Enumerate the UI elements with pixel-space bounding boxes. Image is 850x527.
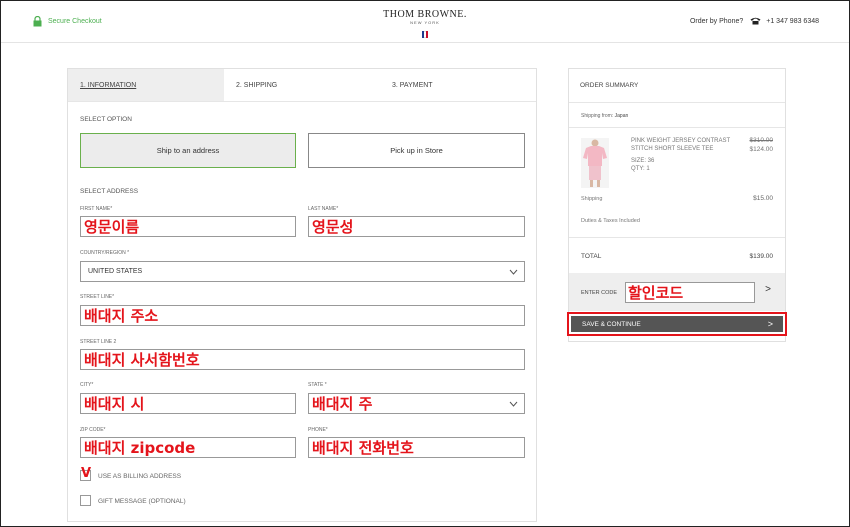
product-name[interactable]: PINK WEIGHT JERSEY CONTRAST STITCH SHORT… xyxy=(631,137,741,153)
country-select[interactable]: UNITED STATES xyxy=(80,261,525,282)
product-sale-price: $124.00 xyxy=(749,146,774,153)
chevron-right-icon: > xyxy=(767,319,773,329)
order-by-phone: Order by Phone? +1 347 983 6348 xyxy=(690,17,819,25)
save-continue-button[interactable]: SAVE & CONTINUE > xyxy=(571,316,783,332)
state-label: STATE * xyxy=(308,382,327,388)
ship-to-address-button[interactable]: Ship to an address xyxy=(80,133,296,168)
city-value: 배대지 시 xyxy=(84,395,145,413)
street-line2-label: STREET LINE 2 xyxy=(80,339,117,345)
promo-code-value: 할인코드 xyxy=(628,284,684,302)
shipping-value: $15.00 xyxy=(753,195,773,202)
product-size: SIZE: 36 xyxy=(631,158,655,164)
phone-number[interactable]: +1 347 983 6348 xyxy=(766,18,819,25)
country-label: COUNTRY/REGION * xyxy=(80,250,130,256)
order-summary-panel: ORDER SUMMARY Shipping from: Japan PINK … xyxy=(568,68,786,342)
order-by-phone-label: Order by Phone? xyxy=(689,17,744,25)
pick-up-in-store-button[interactable]: Pick up in Store xyxy=(308,133,525,168)
phone-label: PHONE* xyxy=(308,427,328,433)
phone-field[interactable]: 배대지 전화번호 xyxy=(308,437,525,458)
step-payment[interactable]: 3. PAYMENT xyxy=(380,69,536,101)
billing-check-mark: V xyxy=(81,466,92,481)
promo-code-area: ENTER CODE 할인코드 > xyxy=(569,273,785,311)
first-name-label: FIRST NAME* xyxy=(80,206,113,212)
state-select[interactable]: 배대지 주 xyxy=(308,393,525,414)
street-line2-field[interactable]: 배대지 사서함번호 xyxy=(80,349,525,370)
shipping-from: Shipping from: Japan xyxy=(581,113,628,119)
checkout-steps: 1. INFORMATION 2. SHIPPING 3. PAYMENT xyxy=(68,69,536,102)
checkout-form-panel: 1. INFORMATION 2. SHIPPING 3. PAYMENT SE… xyxy=(67,68,537,522)
product-qty: QTY: 1 xyxy=(631,166,650,172)
last-name-label: LAST NAME* xyxy=(308,206,339,212)
first-name-value: 영문이름 xyxy=(84,218,140,236)
street-line-label: STREET LINE* xyxy=(80,294,115,300)
gift-message-label: GIFT MESSAGE (OPTIONAL) xyxy=(98,498,186,505)
select-address-label: SELECT ADDRESS xyxy=(80,188,139,195)
state-value: 배대지 주 xyxy=(312,395,373,413)
divider xyxy=(569,127,785,128)
order-summary-title: ORDER SUMMARY xyxy=(580,82,639,89)
select-option-label: SELECT OPTION xyxy=(80,116,132,123)
chevron-down-icon xyxy=(509,269,518,275)
zip-field[interactable]: 배대지 zipcode xyxy=(80,437,296,458)
promo-code-input[interactable]: 할인코드 xyxy=(625,282,755,303)
total-value: $139.00 xyxy=(749,253,774,260)
shipping-label: Shipping xyxy=(581,196,603,202)
city-field[interactable]: 배대지 시 xyxy=(80,393,296,414)
product-original-price: $310.00 xyxy=(749,137,774,144)
billing-address-label: USE AS BILLING ADDRESS xyxy=(98,473,182,480)
divider xyxy=(569,237,785,238)
step-shipping[interactable]: 2. SHIPPING xyxy=(224,69,380,101)
country-value: UNITED STATES xyxy=(88,268,143,275)
first-name-field[interactable]: 영문이름 xyxy=(80,216,296,237)
save-continue-highlight: SAVE & CONTINUE > xyxy=(567,312,787,336)
apply-code-button[interactable]: > xyxy=(765,284,771,295)
total-label: TOTAL xyxy=(581,253,602,260)
brand-logo[interactable]: THOM BROWNE. NEW YORK xyxy=(1,9,849,43)
last-name-value: 영문성 xyxy=(312,218,354,236)
chevron-down-icon xyxy=(509,401,518,407)
gift-message-checkbox[interactable] xyxy=(80,495,91,506)
divider xyxy=(569,102,785,103)
zip-value: 배대지 zipcode xyxy=(84,439,196,457)
city-label: CITY* xyxy=(80,382,94,388)
save-continue-label: SAVE & CONTINUE xyxy=(582,320,641,328)
shipping-from-value: Japan xyxy=(614,113,629,119)
last-name-field[interactable]: 영문성 xyxy=(308,216,525,237)
product-image[interactable] xyxy=(581,138,609,188)
shipping-from-label: Shipping from: xyxy=(581,113,614,119)
checkout-page: Secure Checkout THOM BROWNE. NEW YORK Or… xyxy=(0,0,850,527)
brand-flag-icon xyxy=(422,31,428,38)
enter-code-label: ENTER CODE xyxy=(581,290,618,296)
duties-label: Duties & Taxes Included xyxy=(581,218,640,224)
step-information[interactable]: 1. INFORMATION xyxy=(68,69,224,101)
phone-value: 배대지 전화번호 xyxy=(312,439,414,457)
phone-icon xyxy=(750,17,761,25)
street-line-value: 배대지 주소 xyxy=(84,307,159,325)
street-line2-value: 배대지 사서함번호 xyxy=(84,351,200,369)
zip-label: ZIP CODE* xyxy=(80,427,106,433)
header: Secure Checkout THOM BROWNE. NEW YORK Or… xyxy=(1,1,849,43)
street-line-field[interactable]: 배대지 주소 xyxy=(80,305,525,326)
